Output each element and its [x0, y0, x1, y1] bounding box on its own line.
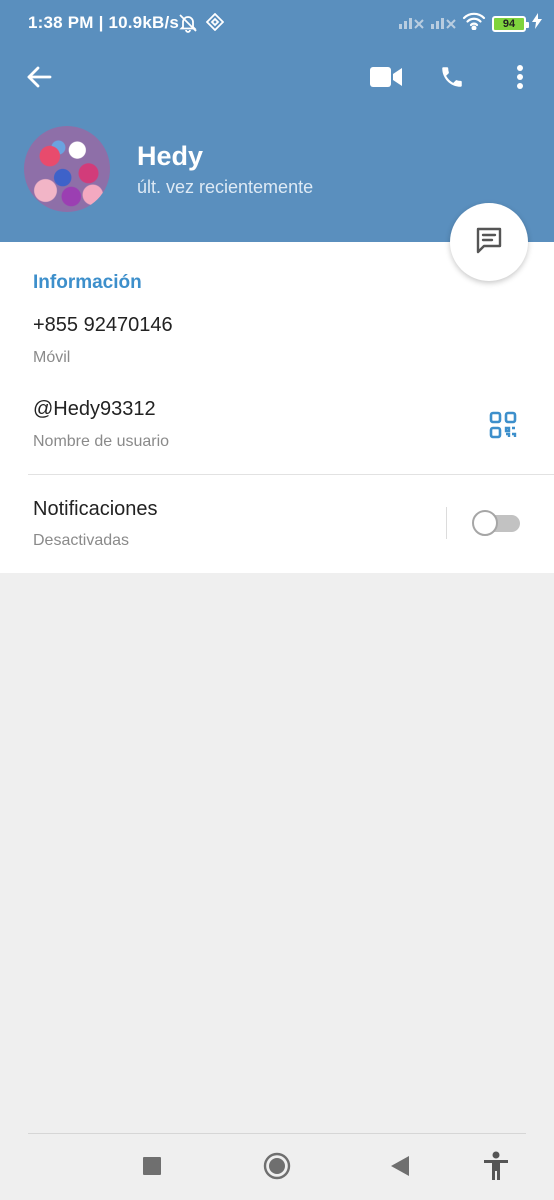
avatar[interactable]	[24, 126, 110, 212]
notifications-toggle[interactable]	[472, 510, 520, 536]
back-button[interactable]	[15, 55, 63, 103]
signal-icon	[430, 12, 456, 35]
notifications-state: Desactivadas	[33, 532, 130, 549]
square-icon	[143, 1156, 161, 1180]
battery-indicator: 94	[492, 15, 529, 32]
circle-icon	[263, 1152, 291, 1185]
contact-name: Hedy	[137, 141, 204, 171]
contact-last-seen: últ. vez recientemente	[137, 177, 314, 197]
username: @Hedy93312	[33, 398, 156, 420]
section-title: Información	[33, 272, 142, 293]
phone-number: +855 92470146	[33, 314, 173, 336]
binance-icon	[205, 12, 225, 38]
more-vertical-icon	[516, 64, 524, 95]
status-time: 1:38 PM | 10.9kB/s	[28, 13, 180, 32]
divider	[28, 474, 554, 475]
phone-label: Móvil	[33, 349, 71, 366]
system-nav-bar	[0, 1133, 554, 1200]
accessibility-icon	[483, 1151, 509, 1186]
call-button[interactable]	[428, 55, 476, 103]
more-menu-button[interactable]	[496, 55, 544, 103]
phone-icon	[439, 64, 465, 95]
toolbar	[0, 55, 554, 103]
message-icon	[473, 224, 505, 261]
divider	[446, 507, 447, 539]
signal-icon	[398, 12, 424, 35]
notifications-label: Notificaciones	[33, 498, 158, 520]
info-card: Información +855 92470146 Móvil @Hedy933…	[0, 242, 554, 573]
status-bar: 1:38 PM | 10.9kB/s 94	[0, 0, 554, 48]
profile-header: 1:38 PM | 10.9kB/s 94 Hedy últ. vez reci…	[0, 0, 554, 242]
home-button[interactable]	[260, 1151, 294, 1185]
qr-code-icon[interactable]	[489, 411, 517, 444]
arrow-left-icon	[26, 65, 52, 94]
bell-off-icon	[178, 13, 198, 38]
video-call-button[interactable]	[362, 55, 410, 103]
triangle-back-icon	[391, 1155, 409, 1181]
video-camera-icon	[370, 66, 402, 93]
accessibility-button[interactable]	[479, 1151, 513, 1185]
send-message-button[interactable]	[450, 203, 528, 281]
wifi-icon	[462, 12, 486, 35]
username-label: Nombre de usuario	[33, 433, 170, 450]
back-nav-button[interactable]	[383, 1151, 417, 1185]
recent-apps-button[interactable]	[135, 1151, 169, 1185]
charging-icon	[532, 13, 542, 34]
